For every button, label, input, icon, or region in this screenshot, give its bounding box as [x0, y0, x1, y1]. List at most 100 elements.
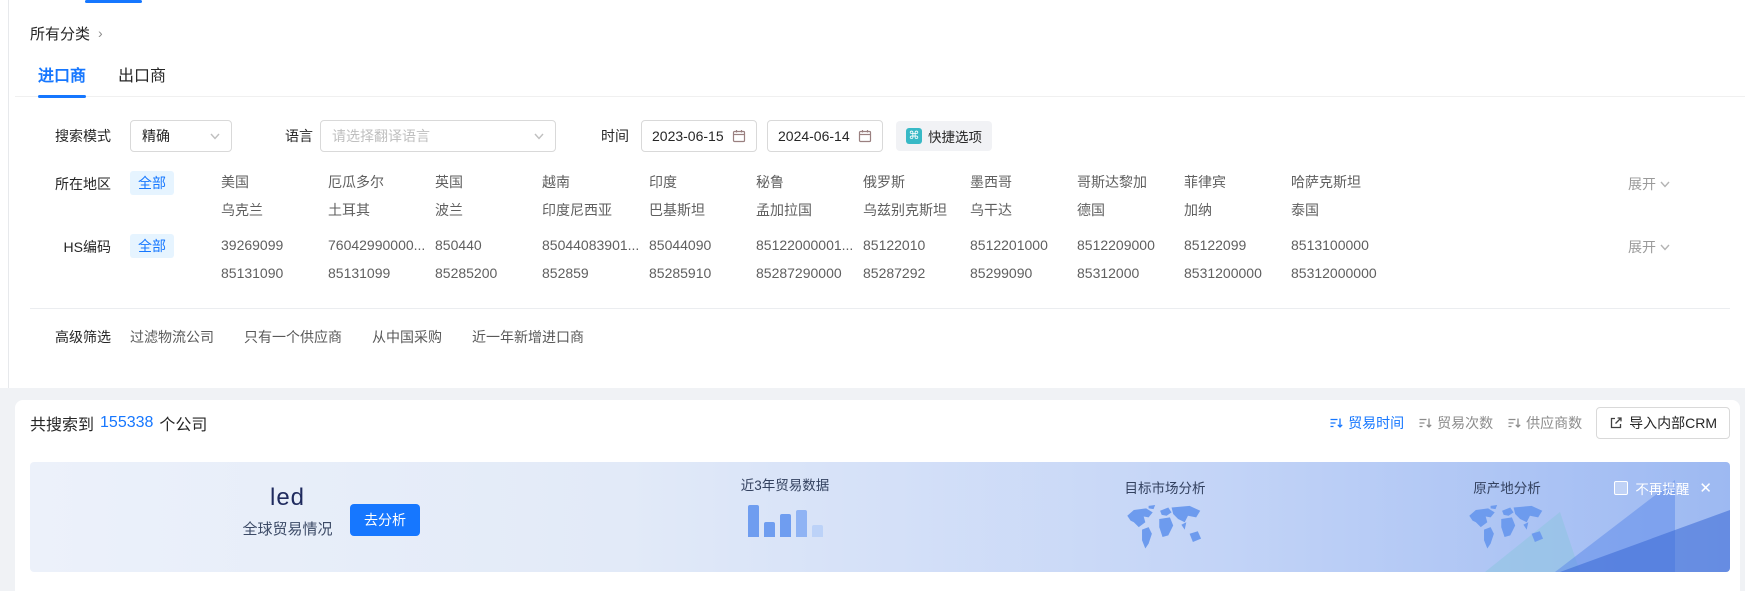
hscode-tag[interactable]: 85122000001...: [756, 235, 863, 256]
mini-bar-chart: [725, 499, 845, 537]
region-tags: 美国厄瓜多尔英国越南印度秘鲁俄罗斯墨西哥哥斯达黎加菲律宾哈萨克斯坦 乌克兰土耳其…: [174, 172, 1398, 221]
region-tag[interactable]: 乌干达: [970, 200, 1077, 221]
date-end-value: 2024-06-14: [778, 128, 858, 144]
region-tag[interactable]: 德国: [1077, 200, 1184, 221]
hscode-tag[interactable]: 85287290000: [756, 263, 863, 284]
dont-remind-checkbox[interactable]: [1614, 481, 1628, 495]
filter-row-hscode: HS编码 全部 3926909976042990000...8504408504…: [15, 235, 1745, 284]
import-crm-button[interactable]: 导入内部CRM: [1596, 407, 1730, 439]
region-tag[interactable]: 波兰: [435, 200, 542, 221]
chevron-right-icon: ›: [98, 25, 103, 41]
region-tag[interactable]: 菲律宾: [1184, 172, 1291, 193]
hscode-tag[interactable]: 85299090: [970, 263, 1077, 284]
tab[interactable]: 进口商: [38, 52, 86, 97]
world-map-icon: [1466, 503, 1548, 553]
region-tag[interactable]: 哥斯达黎加: [1077, 172, 1184, 193]
region-tag[interactable]: 越南: [542, 172, 649, 193]
region-tag[interactable]: 土耳其: [328, 200, 435, 221]
hscode-tag[interactable]: 8512209000: [1077, 235, 1184, 256]
hscode-tag[interactable]: 76042990000...: [328, 235, 435, 256]
market-analysis-title: 目标市场分析: [1110, 477, 1220, 497]
calendar-icon: [732, 129, 746, 143]
hscode-tag[interactable]: 85122010: [863, 235, 970, 256]
results-count: 共搜索到 155338 个公司: [30, 411, 207, 435]
results-header: 共搜索到 155338 个公司 贸易时间 贸易次数 供应商数 导入内部CRM: [15, 400, 1740, 446]
region-tag[interactable]: 美国: [221, 172, 328, 193]
hscode-tag[interactable]: 85131099: [328, 263, 435, 284]
region-tag[interactable]: 墨西哥: [970, 172, 1077, 193]
tab[interactable]: 出口商: [118, 52, 166, 97]
advanced-option[interactable]: 近一年新增进口商: [472, 327, 584, 347]
hscode-tag[interactable]: 85131090: [221, 263, 328, 284]
region-tag[interactable]: 加纳: [1184, 200, 1291, 221]
banner-chart-title: 近3年贸易数据: [725, 474, 845, 494]
hscode-tag[interactable]: 85122099: [1184, 235, 1291, 256]
region-tag[interactable]: 厄瓜多尔: [328, 172, 435, 193]
hscode-tag[interactable]: 85044083901...: [542, 235, 649, 256]
hscode-tag[interactable]: 85044090: [649, 235, 756, 256]
advanced-option[interactable]: 只有一个供应商: [244, 327, 342, 347]
go-analyze-button[interactable]: 去分析: [350, 504, 420, 536]
breadcrumb-all-categories[interactable]: 所有分类: [30, 23, 90, 44]
hscode-tag[interactable]: 85285200: [435, 263, 542, 284]
top-tab-active-underline: [85, 0, 142, 3]
hscode-tag[interactable]: 85285910: [649, 263, 756, 284]
date-end-input[interactable]: 2024-06-14: [767, 120, 883, 152]
quick-options-button[interactable]: ⌘ 快捷选项: [896, 121, 992, 151]
hscode-row-1: 3926909976042990000...85044085044083901.…: [221, 235, 1398, 256]
expand-label: 展开: [1628, 174, 1656, 194]
trade-analysis-banner: led 全球贸易情况 去分析 近3年贸易数据 目标市场分析: [30, 462, 1730, 572]
breadcrumb: 所有分类 ›: [15, 14, 1745, 52]
search-mode-label: 搜索模式: [15, 126, 111, 146]
filter-row-controls: 搜索模式 精确 语言 请选择翻译语言 时间 2023-06-15 2024-06…: [15, 120, 1745, 152]
language-placeholder: 请选择翻译语言: [332, 126, 534, 146]
import-icon: [1609, 416, 1623, 430]
region-tag[interactable]: 秘鲁: [756, 172, 863, 193]
date-start-input[interactable]: 2023-06-15: [641, 120, 757, 152]
advanced-option[interactable]: 过滤物流公司: [130, 327, 214, 347]
region-tag[interactable]: 英国: [435, 172, 542, 193]
region-tag[interactable]: 孟加拉国: [756, 200, 863, 221]
region-tag[interactable]: 印度尼西亚: [542, 200, 649, 221]
region-row-1: 美国厄瓜多尔英国越南印度秘鲁俄罗斯墨西哥哥斯达黎加菲律宾哈萨克斯坦: [221, 172, 1398, 193]
results-card: 共搜索到 155338 个公司 贸易时间 贸易次数 供应商数 导入内部CRM: [15, 400, 1740, 591]
sort-button[interactable]: 贸易时间: [1329, 413, 1404, 433]
sort-icon: [1418, 416, 1432, 430]
language-select[interactable]: 请选择翻译语言: [320, 120, 556, 152]
hscode-tag[interactable]: 852859: [542, 263, 649, 284]
bar: [748, 505, 759, 537]
importer-exporter-tabs: 进口商出口商: [15, 52, 1745, 97]
hscode-tag[interactable]: 8531200000: [1184, 263, 1291, 284]
hscode-all-chip[interactable]: 全部: [130, 234, 174, 258]
hscode-tag[interactable]: 39269099: [221, 235, 328, 256]
command-icon: ⌘: [906, 128, 922, 144]
count-suffix: 个公司: [159, 411, 207, 435]
advanced-option[interactable]: 从中国采购: [372, 327, 442, 347]
region-tag[interactable]: 乌克兰: [221, 200, 328, 221]
hscode-tag[interactable]: 85312000000: [1291, 263, 1398, 284]
sort-button[interactable]: 供应商数: [1507, 413, 1582, 433]
banner-subtitle: 全球贸易情况: [220, 518, 355, 539]
region-tag[interactable]: 乌兹别克斯坦: [863, 200, 970, 221]
region-tag[interactable]: 巴基斯坦: [649, 200, 756, 221]
search-mode-select[interactable]: 精确: [130, 120, 232, 152]
region-tag[interactable]: 泰国: [1291, 200, 1398, 221]
sort-button[interactable]: 贸易次数: [1418, 413, 1493, 433]
banner-keyword-block: led 全球贸易情况: [220, 484, 355, 539]
hscode-tag[interactable]: 85287292: [863, 263, 970, 284]
region-tag[interactable]: 印度: [649, 172, 756, 193]
region-tag[interactable]: 俄罗斯: [863, 172, 970, 193]
world-map-icon: [1124, 503, 1206, 553]
expand-label: 展开: [1628, 237, 1656, 257]
hscode-expand-link[interactable]: 展开: [1628, 235, 1670, 257]
close-icon[interactable]: ✕: [1699, 481, 1712, 496]
hscode-tag[interactable]: 85312000: [1077, 263, 1184, 284]
region-tag[interactable]: 哈萨克斯坦: [1291, 172, 1398, 193]
hscode-tag[interactable]: 8513100000: [1291, 235, 1398, 256]
region-expand-link[interactable]: 展开: [1628, 172, 1670, 194]
region-all-chip[interactable]: 全部: [130, 171, 174, 195]
calendar-icon: [858, 129, 872, 143]
banner-chart-block: 近3年贸易数据: [725, 474, 845, 537]
hscode-tag[interactable]: 8512201000: [970, 235, 1077, 256]
hscode-tag[interactable]: 850440: [435, 235, 542, 256]
